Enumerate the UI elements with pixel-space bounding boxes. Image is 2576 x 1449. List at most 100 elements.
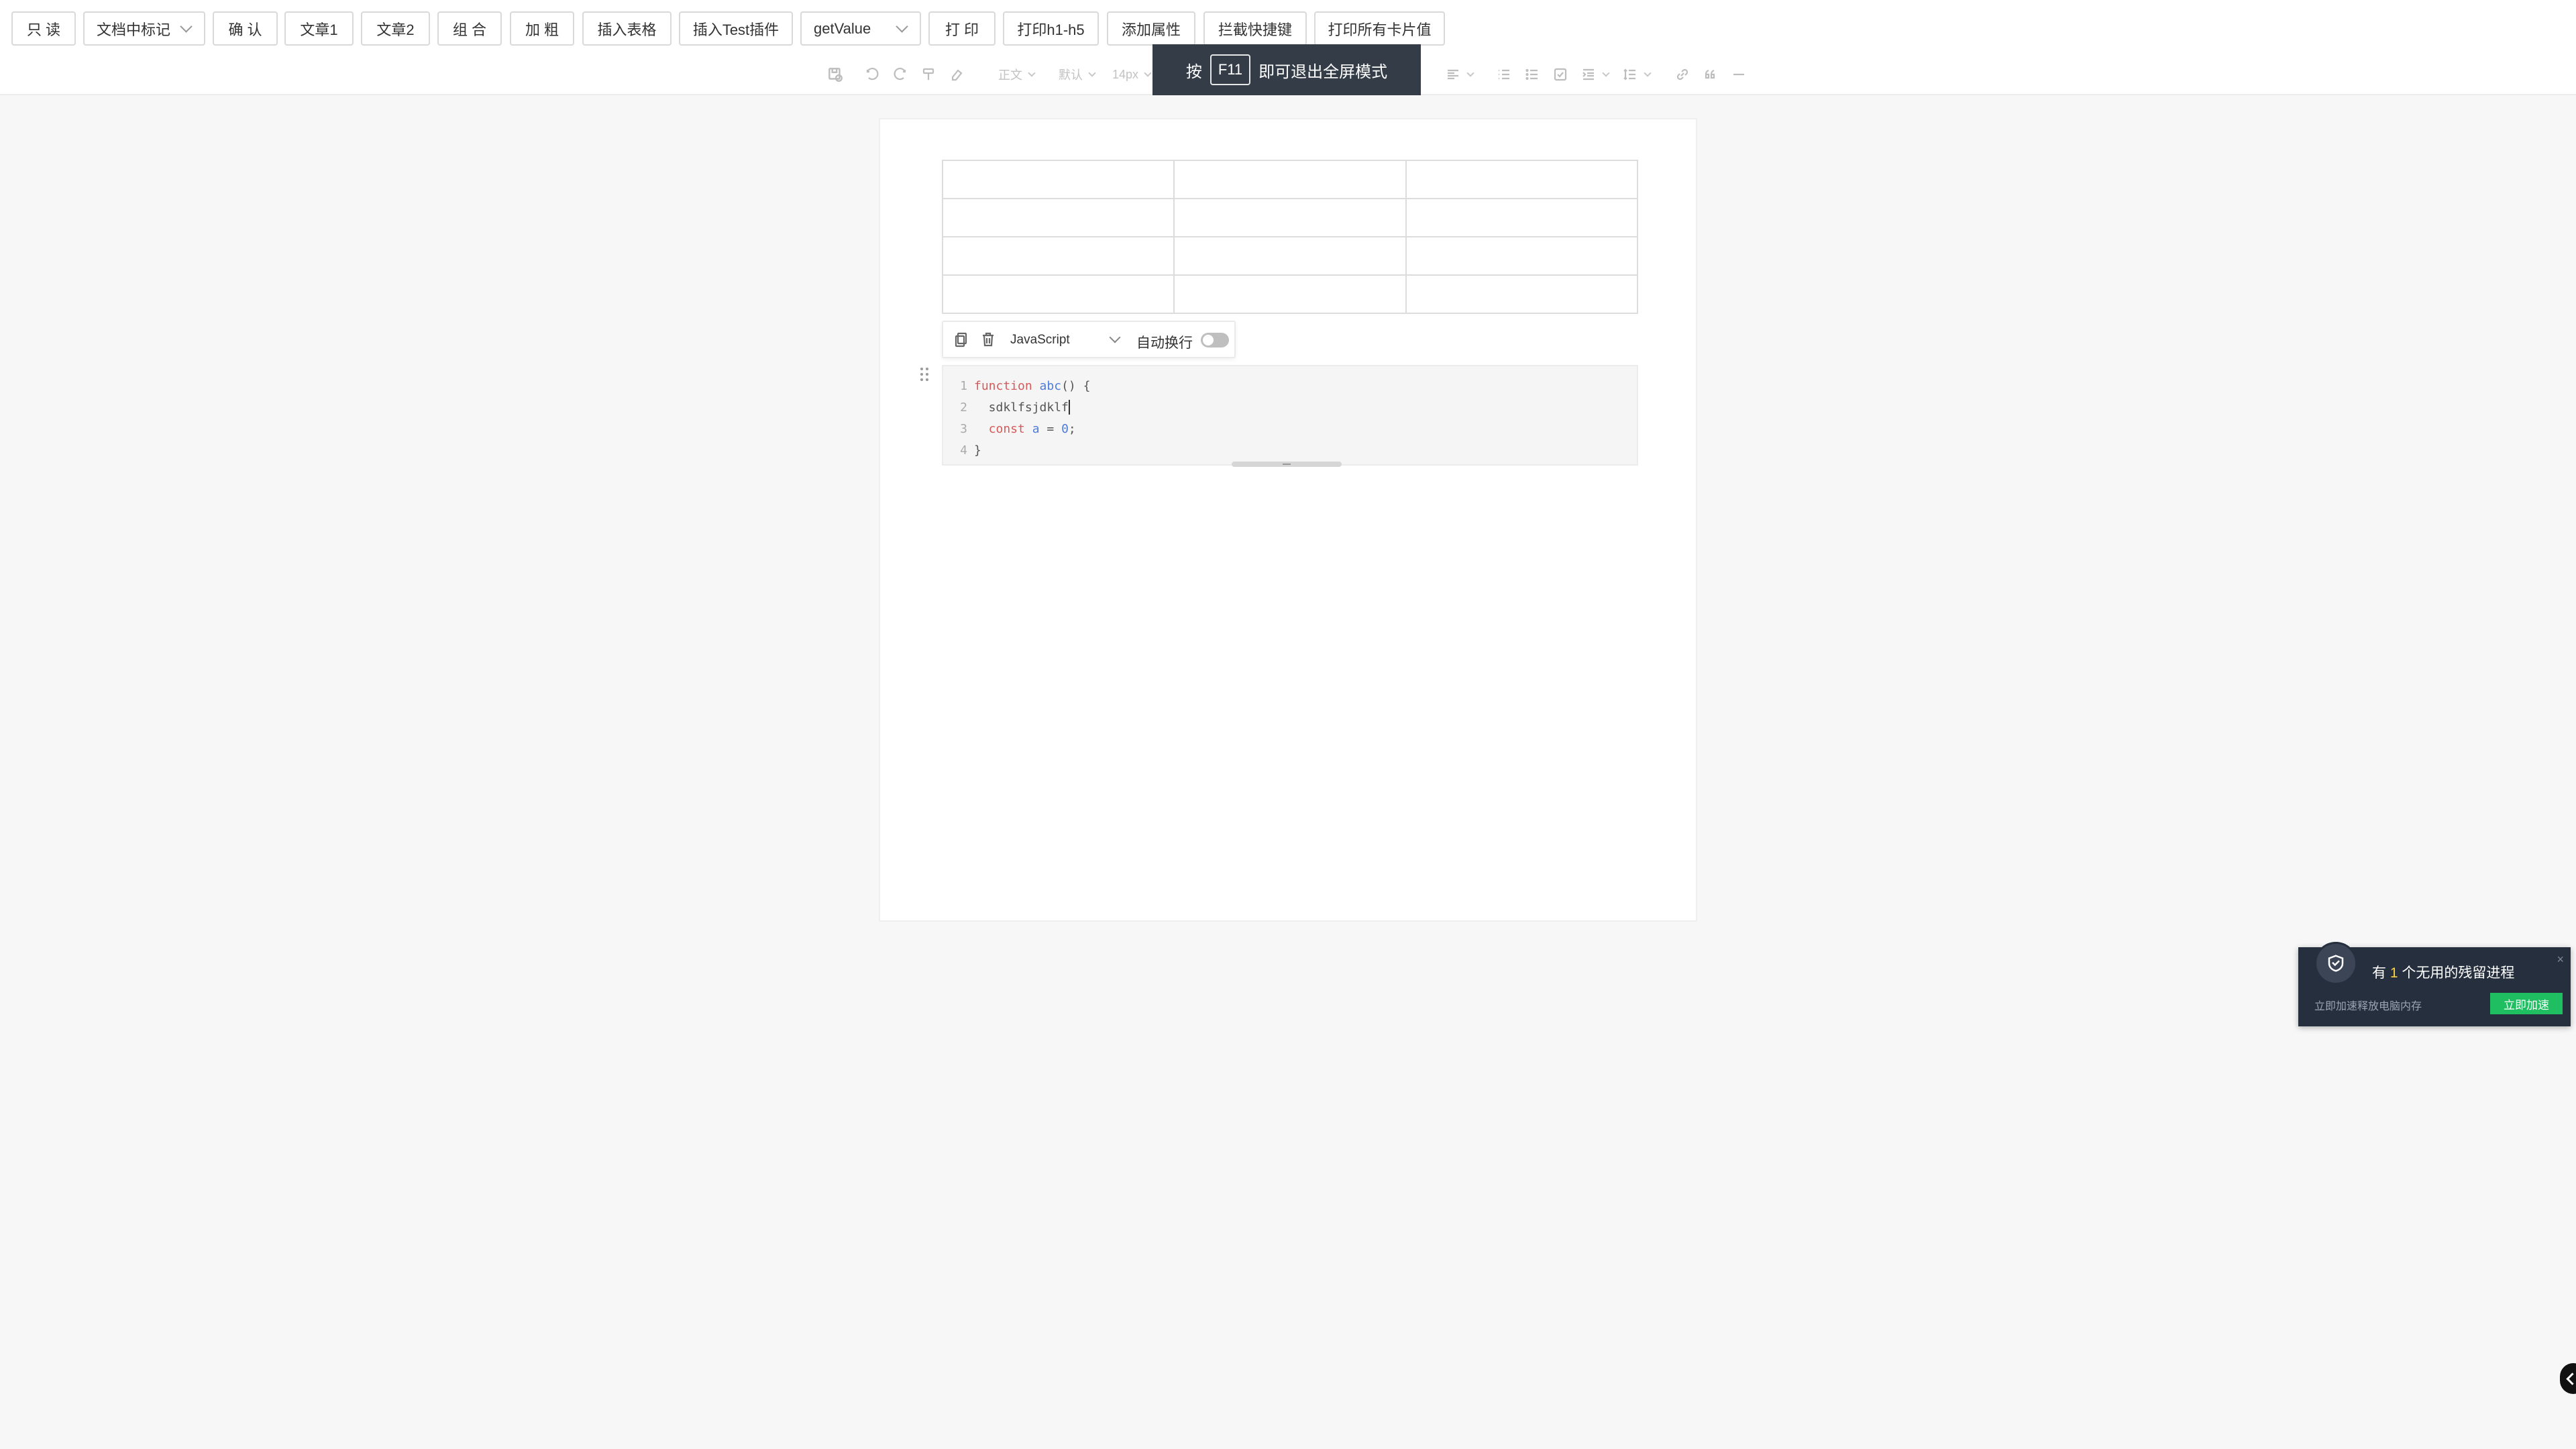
add-attribute-button[interactable]: 添加属性 <box>1107 11 1195 46</box>
tip-prefix: 按 <box>1185 62 1202 81</box>
delete-icon[interactable] <box>981 331 996 351</box>
text-cursor <box>1068 400 1070 415</box>
task-list-icon[interactable] <box>1552 64 1568 85</box>
f11-key: F11 <box>1210 54 1251 85</box>
quote-icon[interactable] <box>1703 64 1719 85</box>
speed-up-button[interactable]: 立即加速 <box>2490 993 2563 1014</box>
chevron-down-icon[interactable] <box>1109 331 1121 343</box>
table-cell[interactable] <box>1405 198 1639 237</box>
code-token: const <box>974 421 1032 436</box>
paragraph-style-select[interactable]: 正文 <box>998 64 1036 85</box>
insert-test-plugin-button[interactable]: 插入Test插件 <box>679 11 793 46</box>
align-left-icon[interactable] <box>1445 64 1474 85</box>
intercept-shortcut-button[interactable]: 拦截快捷键 <box>1203 11 1307 46</box>
code-line[interactable]: 4 } <box>943 440 981 460</box>
get-value-select[interactable]: getValue <box>800 11 921 46</box>
shield-icon <box>2314 942 2357 985</box>
line-number: 3 <box>960 421 967 436</box>
chevron-down-icon <box>896 20 908 33</box>
codeblock-resize-handle[interactable] <box>1232 462 1342 467</box>
document-table[interactable] <box>941 160 1639 314</box>
auto-wrap-toggle[interactable] <box>1201 333 1229 347</box>
ordered-list-icon[interactable] <box>1496 64 1512 85</box>
table-row <box>941 236 1639 276</box>
table-cell[interactable] <box>1405 236 1639 276</box>
title-prefix: 有 <box>2372 965 2390 981</box>
table-cell[interactable] <box>1405 160 1639 199</box>
format-painter-icon[interactable] <box>920 64 936 85</box>
cleanup-notification: 有 1 个无用的残留进程 立即加速释放电脑内存 立即加速 × <box>2298 942 2571 1026</box>
paragraph-style-label: 正文 <box>998 68 1022 82</box>
save-icon[interactable] <box>826 64 844 85</box>
table-cell[interactable] <box>1173 236 1407 276</box>
chevron-down-icon <box>1144 69 1152 77</box>
print-headings-button[interactable]: 打印h1-h5 <box>1003 11 1099 46</box>
close-icon[interactable]: × <box>2557 953 2564 967</box>
code-token: a <box>1032 421 1040 436</box>
tip-suffix: 即可退出全屏模式 <box>1258 62 1388 81</box>
horizontal-rule-icon[interactable] <box>1731 64 1747 85</box>
table-row <box>941 198 1639 237</box>
code-token: function <box>974 378 1040 393</box>
copy-icon[interactable] <box>954 331 969 351</box>
code-token: sdklfsjdklf <box>974 400 1069 415</box>
table-row <box>941 274 1639 314</box>
title-suffix: 个无用的残留进程 <box>2398 965 2515 981</box>
doc-mark-select[interactable]: 文档中标记 <box>83 11 205 46</box>
notification-subtitle: 立即加速释放电脑内存 <box>2314 1001 2422 1012</box>
readonly-button[interactable]: 只 读 <box>11 11 76 46</box>
side-collapse-icon[interactable] <box>2560 1363 2576 1394</box>
line-height-icon[interactable] <box>1622 64 1652 85</box>
undo-icon[interactable] <box>864 64 880 85</box>
group-button[interactable]: 组 合 <box>437 11 502 46</box>
font-size-select[interactable]: 14px <box>1112 64 1152 85</box>
bold-button[interactable]: 加 粗 <box>510 11 574 46</box>
table-cell[interactable] <box>1405 274 1639 314</box>
code-editor[interactable]: 1 function abc () { 2 sdklfsjdklf 3 cons… <box>942 365 1638 466</box>
font-family-select[interactable]: 默认 <box>1059 64 1096 85</box>
code-line[interactable]: 3 const a = 0 ; <box>943 419 1076 439</box>
code-token: 0 <box>1061 421 1069 436</box>
chevron-down-icon <box>1466 69 1474 77</box>
toggle-knob <box>1203 335 1214 345</box>
redo-icon[interactable] <box>892 64 908 85</box>
chevron-down-icon <box>1602 69 1610 77</box>
table-cell[interactable] <box>1173 274 1407 314</box>
code-token: ; <box>1068 421 1076 436</box>
confirm-button[interactable]: 确 认 <box>213 11 278 46</box>
table-cell[interactable] <box>941 274 1175 314</box>
doc-mark-select-label: 文档中标记 <box>97 21 171 38</box>
table-cell[interactable] <box>941 198 1175 237</box>
line-number: 2 <box>960 400 967 415</box>
get-value-select-label: getValue <box>814 19 871 37</box>
unordered-list-icon[interactable] <box>1524 64 1540 85</box>
link-icon[interactable] <box>1674 64 1690 85</box>
indent-icon[interactable] <box>1580 64 1610 85</box>
codeblock-toolbar: JavaScript 自动换行 <box>942 321 1236 358</box>
editor-page[interactable]: JavaScript 自动换行 1 function abc () { 2 sd… <box>879 118 1697 922</box>
article2-button[interactable]: 文章2 <box>361 11 430 46</box>
font-family-label: 默认 <box>1059 68 1083 82</box>
code-token: () { <box>1061 378 1091 393</box>
clear-format-icon[interactable] <box>949 64 965 85</box>
article1-button[interactable]: 文章1 <box>284 11 354 46</box>
table-row <box>941 160 1639 199</box>
notification-title: 有 1 个无用的残留进程 <box>2372 962 2514 982</box>
line-number: 1 <box>960 378 967 393</box>
process-count: 1 <box>2390 965 2398 981</box>
table-cell[interactable] <box>1173 198 1407 237</box>
print-button[interactable]: 打 印 <box>928 11 996 46</box>
code-line[interactable]: 1 function abc () { <box>943 376 1090 396</box>
table-cell[interactable] <box>1173 160 1407 199</box>
fullscreen-exit-tip: 按 F11 即可退出全屏模式 <box>1152 44 1421 95</box>
insert-table-button[interactable]: 插入表格 <box>582 11 672 46</box>
code-line[interactable]: 2 sdklfsjdklf <box>943 397 1070 417</box>
print-all-cards-button[interactable]: 打印所有卡片值 <box>1314 11 1445 46</box>
table-cell[interactable] <box>941 160 1175 199</box>
line-number: 4 <box>960 443 967 458</box>
auto-wrap-label: 自动换行 <box>1136 335 1193 351</box>
chevron-down-icon <box>1644 69 1652 77</box>
table-cell[interactable] <box>941 236 1175 276</box>
code-token: abc <box>1039 378 1062 393</box>
language-select[interactable]: JavaScript <box>1010 333 1070 347</box>
